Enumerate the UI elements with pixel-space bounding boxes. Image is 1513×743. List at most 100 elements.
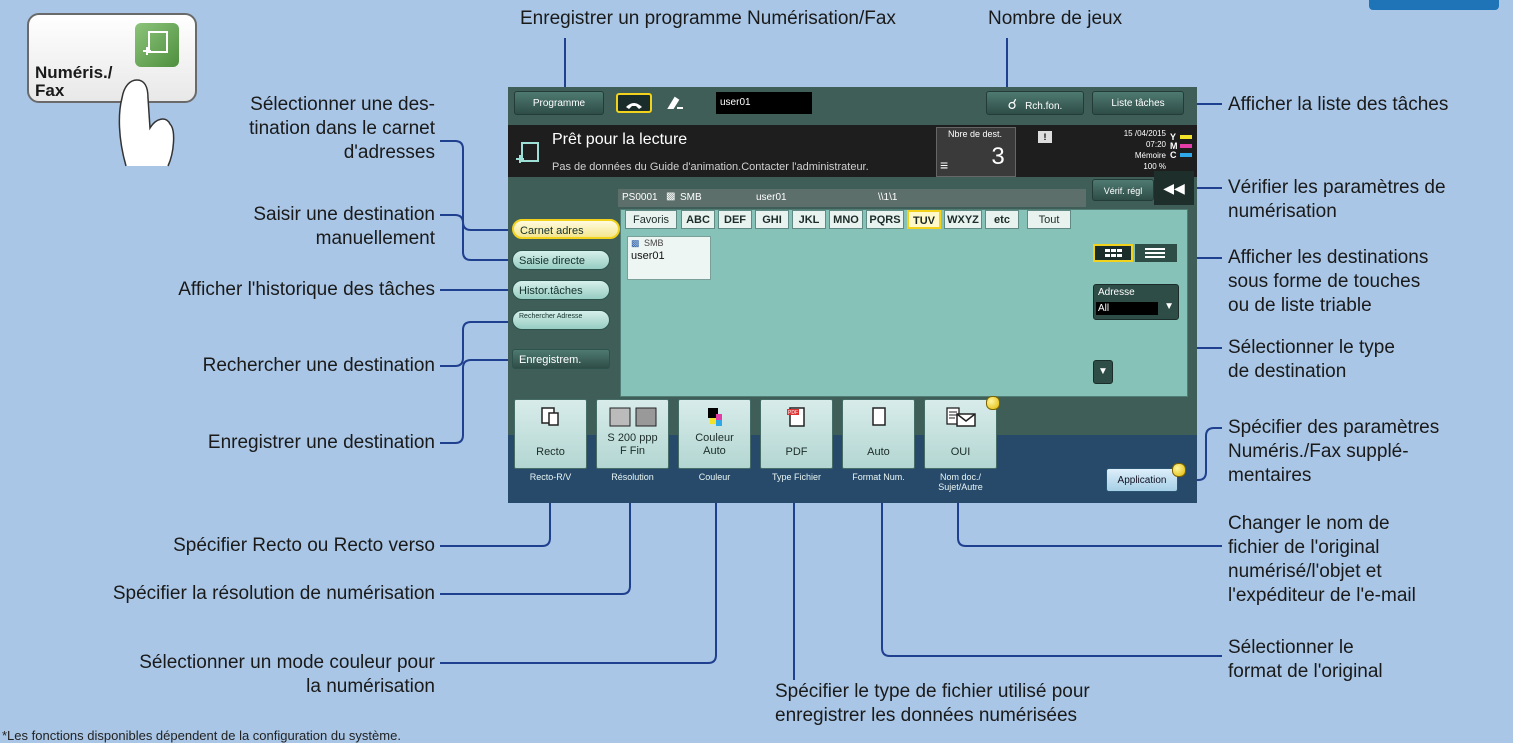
doc-name-indicator [986, 396, 1000, 410]
tab-etc[interactable]: etc [985, 210, 1019, 229]
tab-favorites[interactable]: Favoris [625, 210, 677, 229]
annotation-file-name-l2: fichier de l'original [1228, 537, 1380, 558]
annotation-job-list: Afficher la liste des tâches [1228, 94, 1449, 115]
annotation-resolution: Spécifier la résolution de numérisation [112, 583, 435, 604]
color-button[interactable]: Couleur Auto [678, 399, 751, 469]
tab-mno[interactable]: MNO [829, 210, 863, 229]
program-button[interactable]: Programme [514, 91, 604, 115]
tab-all[interactable]: Tout [1027, 210, 1071, 229]
sidebar-search-address[interactable]: Rechercher Adresse [512, 310, 610, 330]
address-value: All [1096, 302, 1158, 315]
handset-icon [667, 96, 683, 109]
memory-value: 100 % [1143, 162, 1166, 171]
pdf-badge-text: PDF [788, 410, 798, 416]
annotation-register-program: Enregistrer un programme Numérisation/Fa… [520, 8, 896, 29]
annotation-file-name-l3: numérisé/l'objet et [1228, 561, 1382, 582]
collapse-panel-button[interactable]: ◀◀ [1154, 171, 1194, 205]
sidebar-address-book[interactable]: Carnet adres [512, 219, 620, 239]
view-grid-button[interactable] [1093, 244, 1133, 262]
destination-area: Favoris ABC DEF GHI JKL MNO PQRS TUV WXY… [620, 209, 1188, 397]
address-type-select[interactable]: Adresse All ▼ [1093, 284, 1179, 320]
fax-tab[interactable] [616, 93, 652, 113]
resolution-button[interactable]: S 200 ppp F Fin [596, 399, 669, 469]
sidebar-direct-input[interactable]: Saisie directe [512, 250, 610, 270]
file-type-button[interactable]: PDF PDF [760, 399, 833, 469]
scan-size-button[interactable]: Auto [842, 399, 915, 469]
annotation-num-sets: Nombre de jeux [988, 8, 1123, 29]
dest-bar-path: \\1\1 [878, 192, 898, 203]
time: 07:20 [1145, 140, 1166, 149]
user-field[interactable]: user01 [716, 92, 812, 114]
sidebar-register[interactable]: Enregistrem. [512, 349, 610, 369]
destination-entry[interactable]: ▩ SMB user01 [627, 236, 711, 280]
annotation-addr-book-l1: Sélectionner une des- [250, 94, 435, 115]
annotation-color-mode: Sélectionner un mode couleur pour la num… [30, 651, 435, 699]
resolution-value: S 200 ppp F Fin [607, 432, 658, 457]
check-settings-button[interactable]: Vérif. régl [1092, 179, 1154, 201]
tab-abc[interactable]: ABC [681, 210, 715, 229]
tab-tuv[interactable]: TUV [907, 210, 941, 229]
chevron-down-icon: ▼ [1164, 301, 1174, 312]
color-value: Couleur Auto [695, 432, 734, 457]
application-button[interactable]: Application [1106, 468, 1178, 492]
annotation-addr-book-l2: tination dans le carnet [249, 118, 435, 139]
annotation-check-settings: Vérifier les paramètres de numérisation [1228, 176, 1446, 224]
toner-c-bar [1180, 153, 1192, 157]
entry-name: user01 [631, 250, 665, 262]
job-list-button[interactable]: Liste tâches [1092, 91, 1184, 115]
simplex-label: Recto-R/V [529, 472, 572, 482]
dest-bar-id: PS0001 [622, 192, 658, 203]
file-type-value: PDF [785, 446, 808, 458]
resolution-label: Résolution [611, 472, 654, 482]
memory-label: Mémoire [1134, 151, 1166, 160]
sidebar-job-history[interactable]: Histor.tâches [512, 280, 610, 300]
annotation-dest-type-l1: Sélectionner le type [1228, 337, 1395, 358]
resolution-icon [609, 407, 656, 427]
scroll-down-button[interactable]: ▼ [1093, 360, 1113, 384]
scroll-down-icon: ▼ [1098, 366, 1108, 377]
annotation-file-type-l1: Spécifier le type de fichier utilisé pou… [775, 681, 1090, 702]
doc-name-button[interactable]: OUI [924, 399, 997, 469]
mail-doc-icon [945, 407, 976, 427]
annotation-display-mode-l2: sous forme de touches [1228, 271, 1421, 292]
tab-wxyz[interactable]: WXYZ [944, 210, 982, 229]
phone-icon [626, 103, 642, 109]
annotation-direct-input-l1: Saisir une destination [253, 204, 435, 225]
annotation-direct-input: Saisir une destination manuellement [150, 203, 435, 251]
annotation-file-type-l2: enregistrer les données numérisées [775, 705, 1078, 726]
search-button[interactable]: ☌ Rch.fon. [986, 91, 1084, 115]
annotation-dest-type: Sélectionner le type de destination [1228, 336, 1395, 384]
dest-bar-type: SMB [680, 192, 702, 203]
annotation-search-dest: Rechercher une destination [202, 355, 435, 376]
simplex-icon [540, 407, 559, 426]
annotation-dest-type-l2: de destination [1228, 361, 1347, 382]
color-icon [707, 408, 722, 426]
color-label: Couleur [698, 472, 731, 482]
simplex-button[interactable]: Recto [514, 399, 587, 469]
view-list-button[interactable] [1135, 244, 1177, 262]
annotation-extra-params-l1: Spécifier des paramètres [1228, 417, 1440, 438]
annotation-extra-params: Spécifier des paramètres Numéris./Fax su… [1228, 416, 1439, 488]
alert-icon[interactable]: ! [1038, 131, 1052, 143]
annotation-display-mode: Afficher les destinations sous forme de … [1228, 246, 1428, 318]
footnote: *Les fonctions disponibles dépendent de … [2, 728, 401, 743]
annotation-addr-book-l3: d'adresses [343, 142, 435, 163]
control-panel-screen: Programme user01 ☌ Rch.fon. Liste tâches … [508, 87, 1197, 503]
annotation-addr-book: Sélectionner une des- tination dans le c… [150, 93, 435, 165]
date: 15 /04/2015 [1123, 129, 1166, 138]
annotation-orig-size-l2: format de l'original [1228, 661, 1383, 682]
entry-type: SMB [644, 238, 664, 248]
tab-def[interactable]: DEF [718, 210, 752, 229]
tab-jkl[interactable]: JKL [792, 210, 826, 229]
address-label: Adresse [1098, 287, 1135, 298]
annotation-file-type: Spécifier le type de fichier utilisé pou… [775, 680, 1090, 728]
annotation-color-mode-l1: Sélectionner un mode couleur pour [139, 652, 435, 673]
annotation-color-mode-l2: la numérisation [306, 676, 435, 697]
annotation-job-history: Afficher l'historique des tâches [178, 279, 435, 300]
annotation-orig-size: Sélectionner le format de l'original [1228, 636, 1383, 684]
scan-status-icon [516, 142, 539, 163]
tab-ghi[interactable]: GHI [755, 210, 789, 229]
tab-pqrs[interactable]: PQRS [866, 210, 904, 229]
handset-tab[interactable] [658, 93, 694, 113]
toner-c-label: C [1170, 150, 1177, 160]
